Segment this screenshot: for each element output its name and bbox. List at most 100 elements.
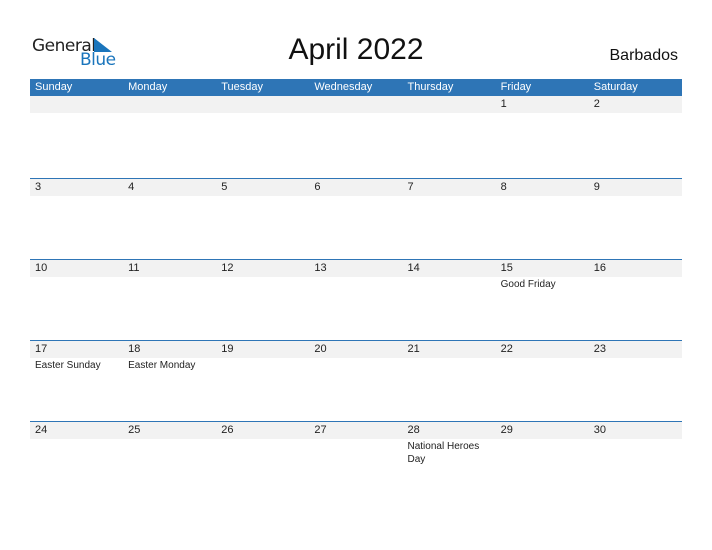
day-number: 22 (500, 343, 513, 355)
date-strip (216, 96, 310, 113)
day-number: 12 (221, 262, 234, 274)
date-strip: 20 (309, 341, 403, 358)
date-strip: 21 (402, 341, 496, 358)
day-number: 17 (35, 343, 48, 355)
date-strip (309, 96, 403, 113)
day-number: 27 (314, 424, 327, 436)
day-cell: 18 Easter Monday (123, 341, 217, 421)
day-number: 3 (35, 181, 42, 193)
day-cell: 8 (495, 179, 589, 259)
day-number: 9 (593, 181, 600, 193)
day-cell: 29 (495, 422, 589, 502)
day-cell: 15 Good Friday (495, 260, 589, 340)
day-number: 30 (593, 424, 606, 436)
day-cell (402, 96, 496, 178)
day-cell: 20 (309, 341, 403, 421)
date-strip: 19 (216, 341, 310, 358)
weekday-header: Sunday Monday Tuesday Wednesday Thursday Frid… (30, 79, 682, 96)
day-cell: 30 (588, 422, 682, 502)
date-strip: 2 (588, 96, 682, 113)
day-cell: 26 (216, 422, 310, 502)
date-strip: 27 (309, 422, 403, 439)
day-cell: 21 (402, 341, 496, 421)
day-cell: 7 (402, 179, 496, 259)
day-cell: 22 (495, 341, 589, 421)
date-strip: 6 (309, 179, 403, 196)
weekday-tuesday: Tuesday (221, 81, 264, 93)
day-cell (309, 96, 403, 178)
date-strip: 30 (588, 422, 682, 439)
date-strip: 26 (216, 422, 310, 439)
week-row: 10 11 12 13 14 15 Good Friday 16 (30, 259, 682, 340)
day-cell: 14 (402, 260, 496, 340)
date-strip: 18 (123, 341, 217, 358)
date-strip: 8 (495, 179, 589, 196)
day-cell: 12 (216, 260, 310, 340)
day-number: 15 (500, 262, 513, 274)
date-strip: 10 (30, 260, 124, 277)
date-strip: 24 (30, 422, 124, 439)
day-number: 4 (128, 181, 135, 193)
day-number: 6 (314, 181, 321, 193)
week-row: 24 25 26 27 28 National Heroes Day 29 30 (30, 421, 682, 502)
weekday-friday: Friday (500, 81, 532, 93)
date-strip: 25 (123, 422, 217, 439)
day-number: 26 (221, 424, 234, 436)
day-number: 18 (128, 343, 141, 355)
day-cell: 13 (309, 260, 403, 340)
week-row: 12 (30, 96, 682, 178)
day-number: 19 (221, 343, 234, 355)
day-number: 20 (314, 343, 327, 355)
day-number: 2 (593, 98, 600, 110)
day-cell: 9 (588, 179, 682, 259)
date-strip: 29 (495, 422, 589, 439)
day-cell (216, 96, 310, 178)
week-row: 17 Easter Sunday 18 Easter Monday 19 20 21 22 23 (30, 340, 682, 421)
day-number: 23 (593, 343, 606, 355)
date-strip: 14 (402, 260, 496, 277)
day-cell: 1 (495, 96, 589, 178)
day-number: 5 (221, 181, 228, 193)
day-cell: 11 (123, 260, 217, 340)
day-cell (30, 96, 124, 178)
day-cell: 2 (588, 96, 682, 178)
holiday-label: Easter Monday (128, 360, 196, 371)
weekday-thursday: Thursday (407, 81, 454, 93)
weekday-sunday: Sunday (35, 81, 73, 93)
day-cell: 28 National Heroes Day (402, 422, 496, 502)
weekday-wednesday: Wednesday (314, 81, 373, 93)
day-cell: 25 (123, 422, 217, 502)
date-strip: 5 (216, 179, 310, 196)
date-strip: 7 (402, 179, 496, 196)
day-number: 13 (314, 262, 327, 274)
week-row: 3 4 5 6 7 8 9 (30, 178, 682, 259)
date-strip: 28 (402, 422, 496, 439)
date-strip: 11 (123, 260, 217, 277)
date-strip: 12 (216, 260, 310, 277)
date-strip: 4 (123, 179, 217, 196)
day-number: 24 (35, 424, 48, 436)
day-cell: 4 (123, 179, 217, 259)
day-cell: 24 (30, 422, 124, 502)
day-cell: 6 (309, 179, 403, 259)
date-strip: 13 (309, 260, 403, 277)
day-number: 10 (35, 262, 48, 274)
day-cell: 27 (309, 422, 403, 502)
date-strip: 23 (588, 341, 682, 358)
day-cell (123, 96, 217, 178)
date-strip (30, 96, 124, 113)
date-strip: 17 (30, 341, 124, 358)
country-label: Barbados (609, 47, 679, 64)
holiday-label: National Heroes Day (407, 441, 480, 465)
day-cell: 10 (30, 260, 124, 340)
date-strip: 22 (495, 341, 589, 358)
day-number: 7 (407, 181, 414, 193)
calendar-grid: Sunday Monday Tuesday Wednesday Thursday Frid… (30, 79, 682, 502)
day-number: 8 (500, 181, 507, 193)
day-cell: 16 (588, 260, 682, 340)
day-cell: 17 Easter Sunday (30, 341, 124, 421)
day-number: 28 (407, 424, 420, 436)
date-strip: 1 (495, 96, 589, 113)
day-cell: 5 (216, 179, 310, 259)
page-title: April 2022 (288, 33, 424, 66)
